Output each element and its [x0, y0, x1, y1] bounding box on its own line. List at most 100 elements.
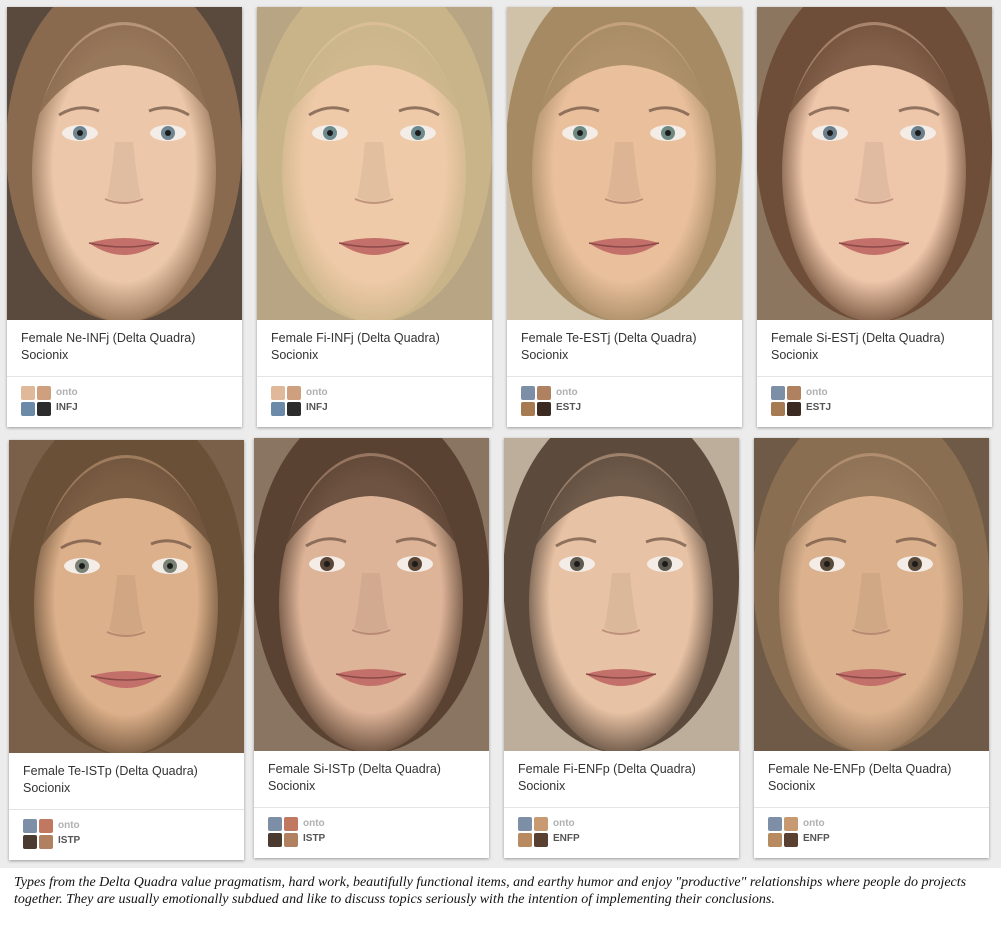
thumbnail-icon: [534, 833, 548, 847]
card-divider: [257, 376, 492, 377]
pin-source: Socionix: [771, 348, 819, 362]
pinner-name[interactable]: onto: [56, 387, 78, 398]
pin-source: Socionix: [521, 348, 569, 362]
pin-card[interactable]: Female Ne-ENFp (Delta Quadra) Socionix ont…: [754, 438, 989, 858]
card-divider: [507, 376, 742, 377]
thumbnail-icon: [521, 386, 535, 400]
thumbnail-icon: [268, 833, 282, 847]
thumbnail-icon: [39, 835, 53, 849]
pin-title: Female Ne-INFj (Delta Quadra): [21, 331, 196, 345]
pin-caption: Female Ne-INFj (Delta Quadra) Socionix: [21, 330, 231, 364]
board-thumbnails-icon[interactable]: [518, 817, 550, 849]
pinner-name[interactable]: onto: [58, 820, 80, 831]
pin-title: Female Si-ESTj (Delta Quadra): [771, 331, 945, 345]
thumbnail-icon: [284, 833, 298, 847]
pin-source: Socionix: [768, 779, 816, 793]
thumbnail-icon: [268, 817, 282, 831]
thumbnail-icon: [518, 833, 532, 847]
board-thumbnails-icon[interactable]: [521, 386, 553, 418]
pin-photo[interactable]: [757, 7, 992, 320]
thumbnail-icon: [21, 402, 35, 416]
pin-caption: Female Ne-ENFp (Delta Quadra) Socionix: [768, 761, 978, 795]
pin-attribution[interactable]: onto ENFP: [518, 817, 728, 849]
board-thumbnails-icon[interactable]: [771, 386, 803, 418]
thumbnail-icon: [534, 817, 548, 831]
board-name[interactable]: ENFP: [803, 833, 830, 844]
pin-source: Socionix: [268, 779, 316, 793]
thumbnail-icon: [768, 817, 782, 831]
thumbnail-icon: [784, 833, 798, 847]
thumbnail-icon: [537, 386, 551, 400]
pin-title: Female Fi-INFj (Delta Quadra): [271, 331, 440, 345]
pinner-name[interactable]: onto: [553, 818, 575, 829]
thumbnail-icon: [37, 402, 51, 416]
pin-attribution[interactable]: onto INFJ: [271, 386, 481, 418]
pin-photo[interactable]: [754, 438, 989, 751]
face-image: [754, 438, 989, 751]
pin-source: Socionix: [271, 348, 319, 362]
thumbnail-icon: [287, 402, 301, 416]
board-name[interactable]: INFJ: [56, 402, 78, 413]
pin-source: Socionix: [21, 348, 69, 362]
pin-attribution[interactable]: onto INFJ: [21, 386, 231, 418]
board-thumbnails-icon[interactable]: [23, 819, 55, 851]
pin-card[interactable]: Female Fi-INFj (Delta Quadra) Socionix ont…: [257, 7, 492, 427]
pin-attribution[interactable]: onto ENFP: [768, 817, 978, 849]
face-image: [757, 7, 992, 320]
pinner-name[interactable]: onto: [803, 818, 825, 829]
thumbnail-icon: [37, 386, 51, 400]
thumbnail-icon: [787, 386, 801, 400]
board-thumbnails-icon[interactable]: [271, 386, 303, 418]
pin-photo[interactable]: [257, 7, 492, 320]
thumbnail-icon: [287, 386, 301, 400]
pin-card[interactable]: Female Te-ESTj (Delta Quadra) Socionix ont…: [507, 7, 742, 427]
pin-attribution[interactable]: onto ESTJ: [521, 386, 731, 418]
face-image: [504, 438, 739, 751]
card-divider: [9, 809, 244, 810]
thumbnail-icon: [787, 402, 801, 416]
board-thumbnails-icon[interactable]: [268, 817, 300, 849]
pinner-name[interactable]: onto: [556, 387, 578, 398]
pin-title: Female Ne-ENFp (Delta Quadra): [768, 762, 952, 776]
board-name[interactable]: ESTJ: [556, 402, 581, 413]
pin-photo[interactable]: [9, 440, 244, 753]
thumbnail-icon: [271, 402, 285, 416]
pin-card[interactable]: Female Te-ISTp (Delta Quadra) Socionix ont…: [9, 440, 244, 860]
pinner-name[interactable]: onto: [306, 387, 328, 398]
face-image: [257, 7, 492, 320]
pin-photo[interactable]: [254, 438, 489, 751]
face-image: [7, 7, 242, 320]
pin-caption: Female Fi-ENFp (Delta Quadra) Socionix: [518, 761, 728, 795]
pin-card[interactable]: Female Si-ESTj (Delta Quadra) Socionix ont…: [757, 7, 992, 427]
pin-attribution[interactable]: onto ISTP: [23, 819, 233, 851]
pin-source: Socionix: [23, 781, 71, 795]
pinner-name[interactable]: onto: [303, 818, 325, 829]
board-name[interactable]: ENFP: [553, 833, 580, 844]
board-thumbnails-icon[interactable]: [21, 386, 53, 418]
pinner-name[interactable]: onto: [806, 387, 828, 398]
face-image: [507, 7, 742, 320]
pin-attribution[interactable]: onto ISTP: [268, 817, 478, 849]
thumbnail-icon: [23, 835, 37, 849]
board-name[interactable]: ISTP: [58, 835, 80, 846]
thumbnail-icon: [784, 817, 798, 831]
pin-title: Female Te-ISTp (Delta Quadra): [23, 764, 198, 778]
face-image: [254, 438, 489, 751]
pin-attribution[interactable]: onto ESTJ: [771, 386, 981, 418]
pin-source: Socionix: [518, 779, 566, 793]
board-name[interactable]: INFJ: [306, 402, 328, 413]
thumbnail-icon: [23, 819, 37, 833]
board-name[interactable]: ISTP: [303, 833, 325, 844]
card-divider: [757, 376, 992, 377]
pin-photo[interactable]: [7, 7, 242, 320]
board-name[interactable]: ESTJ: [806, 402, 831, 413]
pin-card[interactable]: Female Ne-INFj (Delta Quadra) Socionix ont…: [7, 7, 242, 427]
pin-photo[interactable]: [507, 7, 742, 320]
pin-photo[interactable]: [504, 438, 739, 751]
pin-card[interactable]: Female Si-ISTp (Delta Quadra) Socionix ont…: [254, 438, 489, 858]
board-thumbnails-icon[interactable]: [768, 817, 800, 849]
pin-title: Female Fi-ENFp (Delta Quadra): [518, 762, 696, 776]
card-divider: [7, 376, 242, 377]
pin-card[interactable]: Female Fi-ENFp (Delta Quadra) Socionix ont…: [504, 438, 739, 858]
card-divider: [754, 807, 989, 808]
